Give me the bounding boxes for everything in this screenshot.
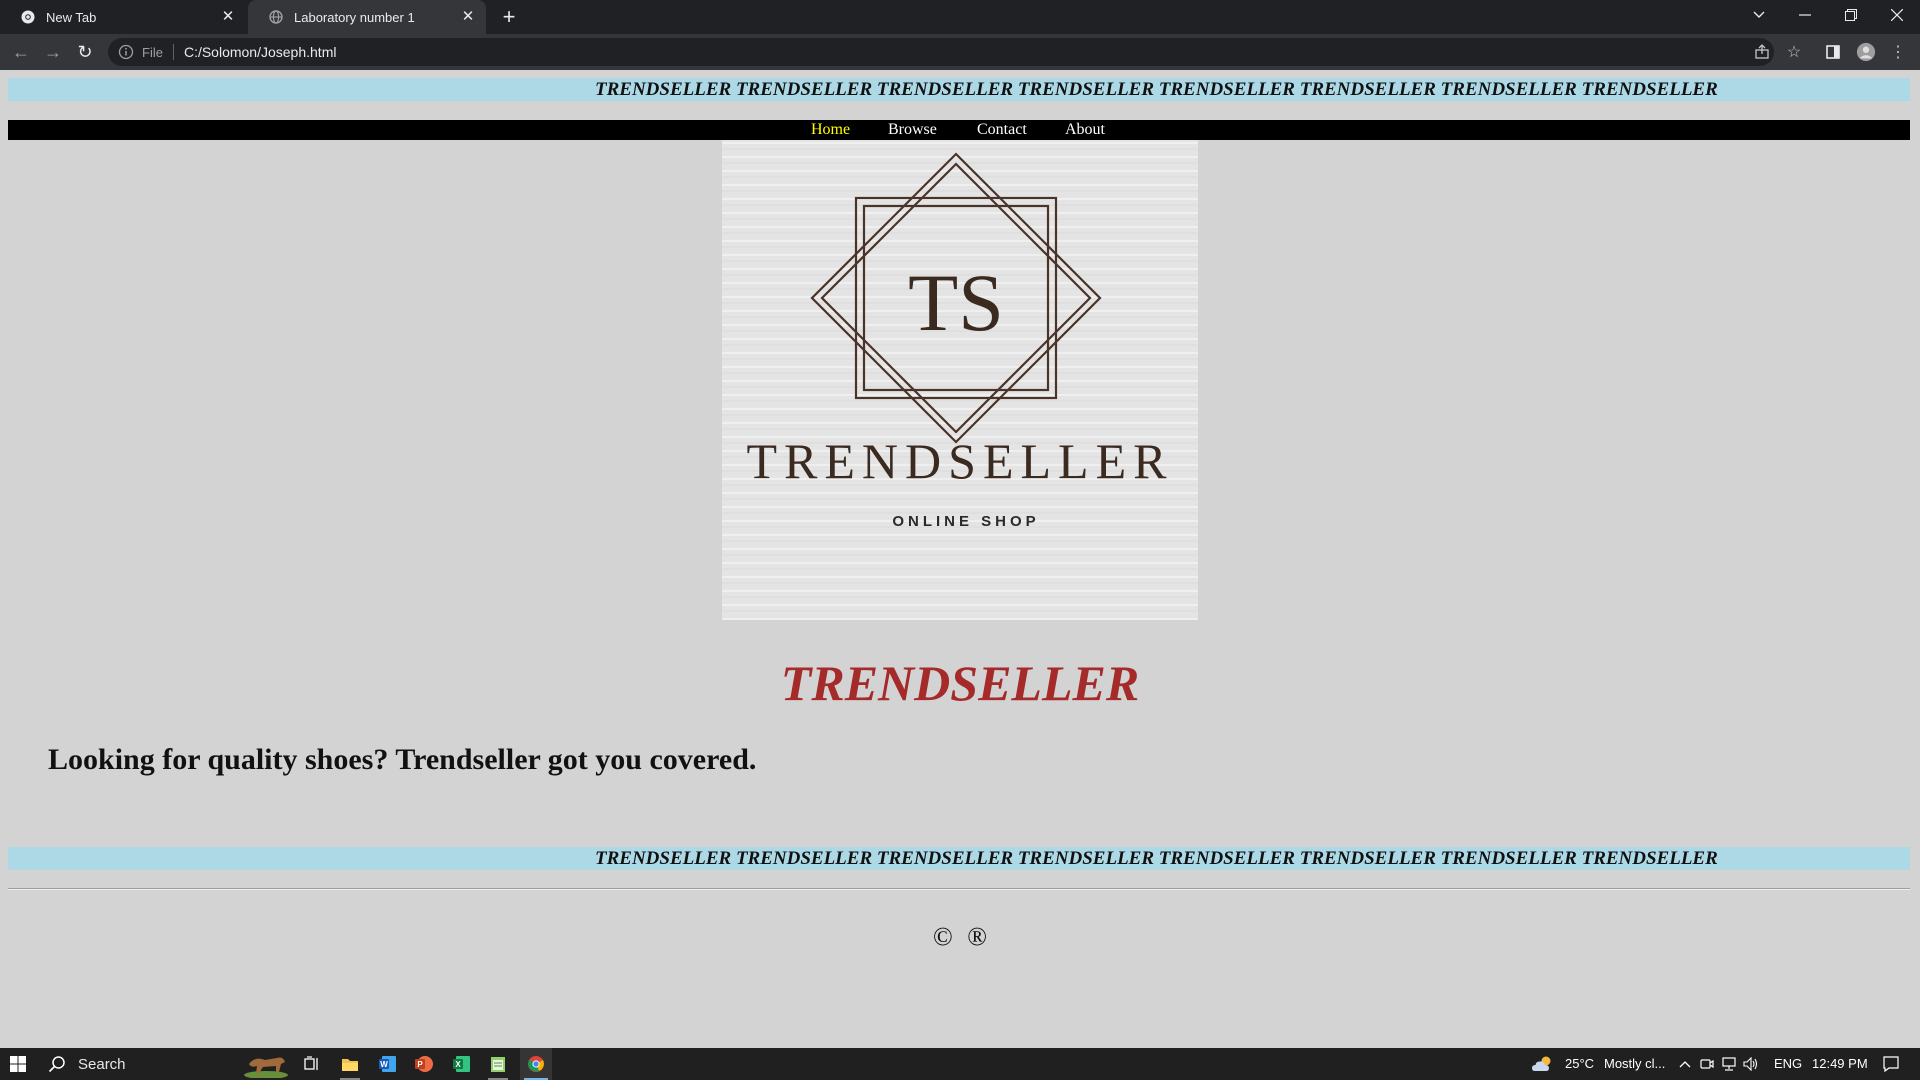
chrome-taskbar-icon[interactable] bbox=[520, 1048, 552, 1080]
marquee-text: TRENDSELLER TRENDSELLER TRENDSELLER TREN… bbox=[595, 848, 1718, 869]
meet-now-icon[interactable] bbox=[1698, 1048, 1716, 1080]
top-marquee: TRENDSELLER TRENDSELLER TRENDSELLER TREN… bbox=[8, 78, 1910, 101]
tab-title: Laboratory number 1 bbox=[294, 9, 415, 25]
logo-subtitle-text: ONLINE SHOP bbox=[892, 513, 1039, 530]
search-highlight-horse-icon bbox=[238, 1048, 294, 1080]
address-divider bbox=[172, 44, 174, 60]
show-hidden-icons-chevron-icon[interactable] bbox=[1676, 1048, 1694, 1080]
svg-text:X: X bbox=[455, 1060, 461, 1069]
volume-icon[interactable] bbox=[1742, 1048, 1760, 1080]
registered-symbol: ® bbox=[967, 922, 988, 951]
page-title: TRENDSELLER bbox=[780, 655, 1140, 711]
nav-link-home[interactable]: Home bbox=[811, 120, 850, 140]
tab-new-tab[interactable]: New Tab ✕ bbox=[0, 0, 246, 34]
logo-brand-text: TRENDSELLER bbox=[747, 433, 1174, 489]
address-bar[interactable]: File C:/Solomon/Joseph.html bbox=[108, 38, 1774, 66]
notification-center-icon[interactable] bbox=[1876, 1048, 1906, 1080]
nav-link-contact[interactable]: Contact bbox=[977, 120, 1027, 140]
tagline-heading: Looking for quality shoes? Trendseller g… bbox=[48, 743, 757, 776]
bottom-marquee: TRENDSELLER TRENDSELLER TRENDSELLER TREN… bbox=[8, 847, 1910, 870]
close-tab-icon[interactable]: ✕ bbox=[220, 9, 236, 25]
profile-avatar-icon[interactable] bbox=[1856, 42, 1876, 62]
restore-button[interactable] bbox=[1828, 0, 1874, 30]
nav-link-browse[interactable]: Browse bbox=[888, 120, 937, 140]
svg-text:W: W bbox=[380, 1060, 388, 1069]
powerpoint-icon[interactable]: P bbox=[408, 1048, 440, 1080]
tab-search-chevron-icon[interactable] bbox=[1736, 0, 1782, 30]
site-nav-bar: Home Browse Contact About bbox=[8, 120, 1910, 140]
back-arrow-icon[interactable]: ← bbox=[9, 40, 33, 64]
windows-start-icon[interactable] bbox=[0, 1048, 36, 1080]
browser-tab-strip: New Tab ✕ Laboratory number 1 ✕ + bbox=[0, 0, 1920, 34]
network-icon[interactable] bbox=[1720, 1048, 1738, 1080]
copyright-symbol: © bbox=[932, 922, 953, 951]
weather-cloud-icon[interactable] bbox=[1530, 1048, 1556, 1080]
search-label: Search bbox=[78, 1055, 126, 1073]
nav-link-about[interactable]: About bbox=[1065, 120, 1105, 140]
url-text[interactable]: C:/Solomon/Joseph.html bbox=[184, 44, 337, 60]
minimize-button[interactable] bbox=[1782, 0, 1828, 30]
logo-monogram: TS bbox=[908, 257, 1004, 348]
weather-condition[interactable]: Mostly cl... bbox=[1604, 1048, 1665, 1080]
close-window-button[interactable] bbox=[1874, 0, 1920, 30]
search-icon bbox=[48, 1055, 66, 1073]
task-view-icon[interactable] bbox=[296, 1048, 328, 1080]
notepad-icon[interactable] bbox=[482, 1048, 514, 1080]
footer-symbols: © ® bbox=[0, 922, 1920, 952]
share-icon[interactable] bbox=[1752, 42, 1772, 62]
windows-taskbar: Search W P X 25°C Mostly cl... ENG 12:49… bbox=[0, 1048, 1920, 1080]
marquee-text: TRENDSELLER TRENDSELLER TRENDSELLER TREN… bbox=[595, 79, 1718, 100]
chrome-icon bbox=[20, 9, 36, 25]
file-explorer-icon[interactable] bbox=[334, 1048, 366, 1080]
bookmark-star-icon[interactable]: ☆ bbox=[1784, 42, 1804, 62]
url-scheme-label: File bbox=[142, 44, 163, 60]
tab-title: New Tab bbox=[46, 9, 97, 25]
browser-toolbar: ← → ↻ File C:/Solomon/Joseph.html ☆ ⋮ bbox=[0, 34, 1920, 70]
menu-kebab-icon[interactable]: ⋮ bbox=[1888, 42, 1908, 62]
forward-arrow-icon[interactable]: → bbox=[41, 40, 65, 64]
close-tab-icon[interactable]: ✕ bbox=[460, 9, 476, 25]
clock-time[interactable]: 12:49 PM bbox=[1812, 1048, 1868, 1080]
tab-laboratory[interactable]: Laboratory number 1 ✕ bbox=[248, 0, 486, 34]
reload-icon[interactable]: ↻ bbox=[73, 40, 97, 64]
word-icon[interactable]: W bbox=[372, 1048, 404, 1080]
weather-temperature[interactable]: 25°C bbox=[1565, 1048, 1594, 1080]
info-icon[interactable] bbox=[118, 44, 134, 60]
horizontal-rule bbox=[8, 888, 1910, 890]
new-tab-button[interactable]: + bbox=[496, 5, 522, 29]
globe-icon bbox=[268, 9, 284, 25]
svg-text:P: P bbox=[417, 1060, 423, 1069]
excel-icon[interactable]: X bbox=[446, 1048, 478, 1080]
side-panel-icon[interactable] bbox=[1823, 42, 1843, 62]
input-language[interactable]: ENG bbox=[1774, 1048, 1802, 1080]
trendseller-logo-image: TS TRENDSELLER ONLINE SHOP bbox=[722, 140, 1198, 620]
